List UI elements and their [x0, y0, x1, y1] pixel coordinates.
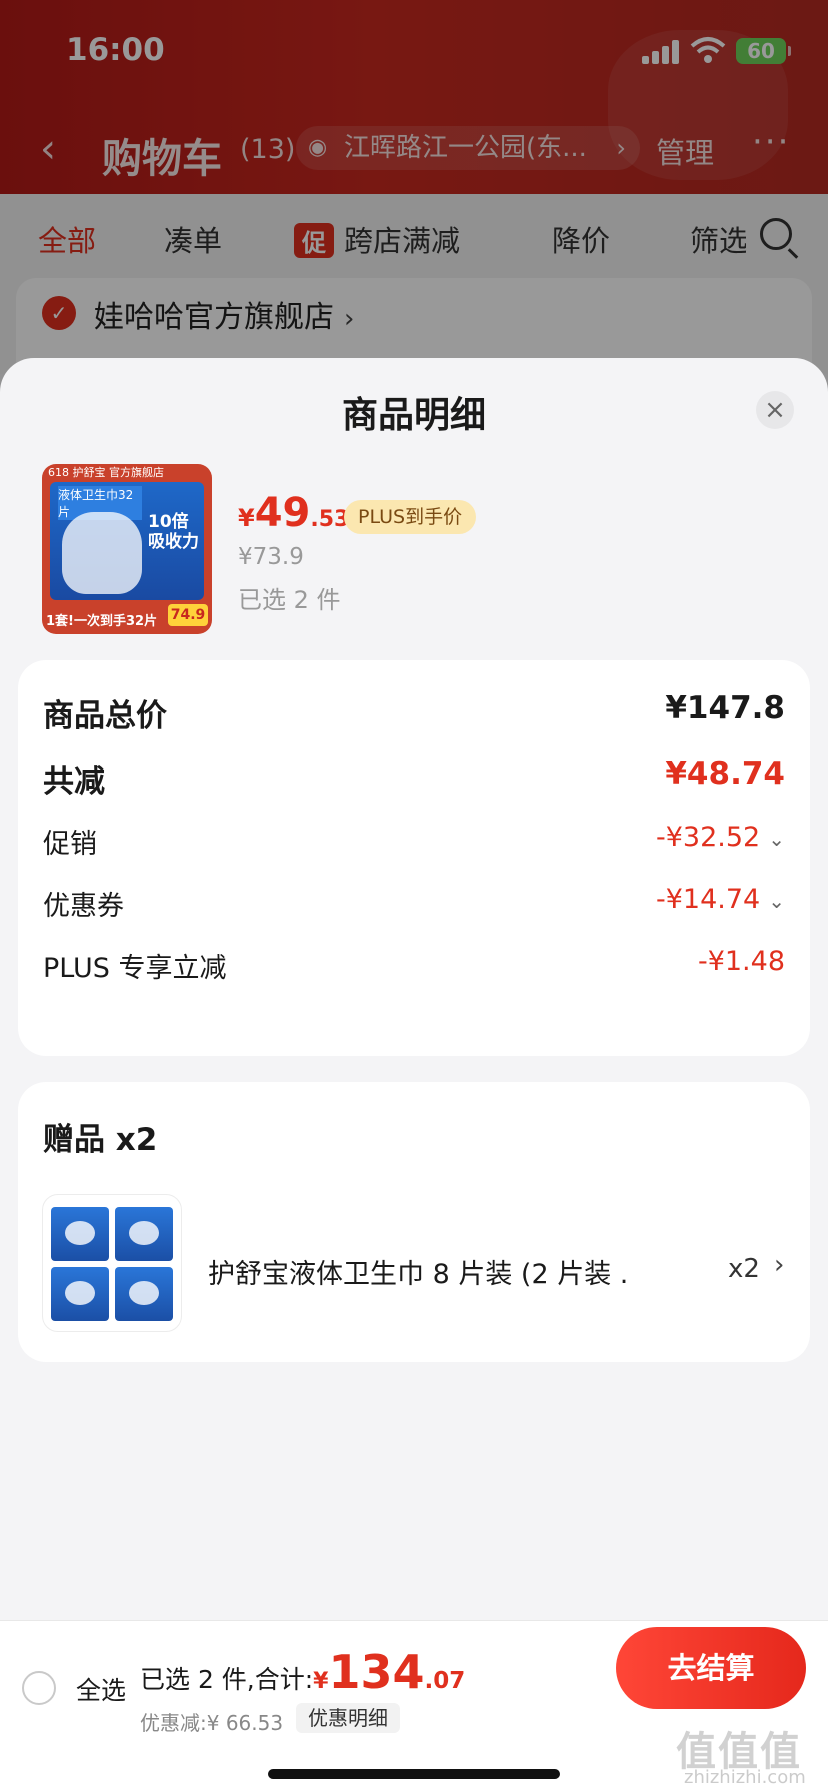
- total-price-label: 商品总价: [43, 698, 167, 734]
- product-image: 618 护舒宝 官方旗舰店 液体卫生巾32片 10倍吸收力 1套!一次到手32片…: [42, 464, 212, 634]
- coupon-label: 优惠券: [43, 891, 124, 922]
- promotion-value: -¥32.52: [656, 822, 761, 853]
- coupon-row[interactable]: 优惠券 -¥14.74 ⌄: [43, 884, 785, 924]
- plus-price-badge: PLUS到手价: [344, 500, 477, 534]
- promotion-label: 促销: [43, 829, 97, 860]
- total-price-value: ¥147.8: [665, 690, 785, 726]
- gift-title: 赠品 x2: [43, 1122, 158, 1158]
- selected-count: 已选 2 件: [238, 586, 341, 614]
- checkout-total: 已选 2 件,合计:¥134.07: [140, 1645, 466, 1699]
- product-image-flag: 74.9: [168, 604, 208, 626]
- coupon-value: -¥14.74: [656, 884, 761, 915]
- price-summary-card: 商品总价 ¥147.8 共减 ¥48.74 促销 -¥32.52 ⌄ 优惠券 -¥…: [18, 660, 810, 1056]
- discount-total-value: ¥48.74: [665, 756, 785, 792]
- product-detail-sheet: 商品明细 × 618 护舒宝 官方旗舰店 液体卫生巾32片 10倍吸收力 1套!…: [0, 358, 828, 1620]
- close-icon[interactable]: ×: [756, 391, 794, 429]
- home-indicator: [268, 1769, 560, 1779]
- select-all-checkbox[interactable]: [22, 1671, 56, 1705]
- total-integer: 134: [328, 1645, 425, 1699]
- product-price: ¥49.53: [238, 490, 350, 536]
- product-image-bottom: 1套!一次到手32片: [46, 614, 158, 629]
- discount-total-label: 共减: [43, 764, 105, 800]
- sheet-title: 商品明细: [341, 395, 486, 436]
- plus-discount-value: -¥1.48: [697, 946, 785, 977]
- selected-total-label: 已选 2 件,合计:: [140, 1665, 314, 1694]
- gift-image: [42, 1194, 182, 1332]
- plus-discount-label: PLUS 专享立减: [43, 953, 227, 984]
- total-decimal: .07: [424, 1668, 466, 1694]
- gift-name[interactable]: 护舒宝液体卫生巾 8 片装 (2 片装 ...: [208, 1252, 628, 1291]
- chevron-right-icon[interactable]: ›: [774, 1250, 784, 1280]
- total-price-row: 商品总价 ¥147.8: [43, 690, 785, 734]
- original-price: ¥73.9: [238, 544, 304, 570]
- product-image-tag: 618 护舒宝 官方旗舰店: [48, 466, 164, 479]
- discount-total-row: 共减 ¥48.74: [43, 756, 785, 800]
- discount-detail-button[interactable]: 优惠明细: [296, 1703, 400, 1733]
- discount-summary: 优惠减:¥ 66.53: [140, 1711, 284, 1735]
- gift-card: 赠品 x2 护舒宝液体卫生巾 8 片装 (2 片装 ... x2 ›: [18, 1082, 810, 1362]
- checkout-button[interactable]: 去结算: [616, 1627, 806, 1709]
- chevron-down-icon: ⌄: [768, 827, 785, 851]
- checkout-bar: 全选 已选 2 件,合计:¥134.07 优惠减:¥ 66.53 优惠明细 去结…: [0, 1620, 828, 1792]
- promotion-row[interactable]: 促销 -¥32.52 ⌄: [43, 822, 785, 862]
- product-image-feature: 10倍吸收力: [148, 512, 199, 552]
- gift-quantity: x2: [728, 1254, 760, 1284]
- watermark-url: zhizhizhi.com: [684, 1767, 806, 1788]
- chevron-down-icon: ⌄: [768, 889, 785, 913]
- plus-discount-row: PLUS 专享立减 -¥1.48: [43, 946, 785, 986]
- select-all-label[interactable]: 全选: [76, 1671, 126, 1707]
